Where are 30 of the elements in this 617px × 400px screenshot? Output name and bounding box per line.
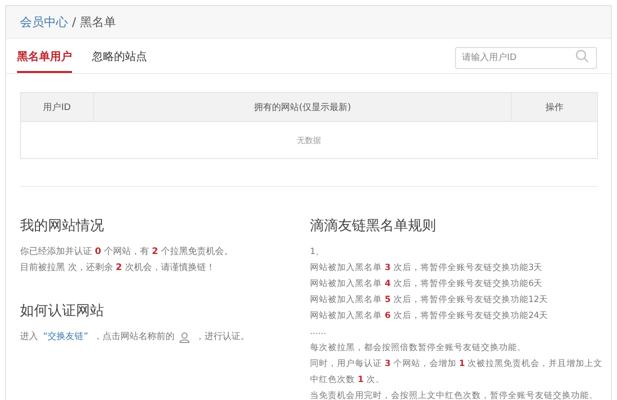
info-text: 目前被拉黑 次，还剩余 2 次机会，请谨慎换链！ (20, 262, 216, 275)
rule-text: 网站被加入黑名单 3 次后，将暂停全账号友链交换功能3天 (310, 262, 544, 275)
rule-text: 网站被加入黑名单 4 次后，将暂停全账号友链交换功能6天 (310, 278, 544, 291)
rule-text: 当免责机会用完时，会按照上文中红色次数，暂停全账号友链交换功能。 (310, 390, 599, 400)
breadcrumb-current: 黑名单 (80, 14, 116, 30)
user-icon (179, 332, 190, 342)
rule-text: 1、 (310, 246, 326, 259)
tab[interactable]: 忽略的站点 (92, 39, 147, 73)
search-icon[interactable] (575, 49, 589, 63)
info-text: ，进行认证。 (195, 330, 250, 344)
info-text: ，点击网站名称前的 (93, 330, 174, 344)
exchange-link[interactable]: “交换友链” (43, 329, 88, 345)
section-title: 滴滴友链黑名单规则 (310, 217, 437, 235)
column-header: 拥有的网站(仅显示最新) (94, 93, 512, 121)
column-header: 用户ID (21, 93, 94, 121)
tab[interactable]: 黑名单用户 (17, 39, 72, 73)
search-field[interactable]: 请输入用户ID (455, 47, 597, 69)
rule-text: 同时，用户每认证 3 个网站，会增加 1 次被拉黑免责机会，并且增加上文中红色次数 1 次。 (310, 358, 604, 387)
info-text: 你已经添加并认证 0 个网站，有 2 个拉黑免责机会。 (20, 246, 234, 259)
section-title: 我的网站情况 (20, 217, 105, 235)
rule-text: ...... (310, 326, 328, 339)
breadcrumb-link[interactable]: 会员中心 (20, 14, 68, 30)
breadcrumb-separator: / (72, 15, 76, 29)
section-title: 如何认证网站 (20, 302, 105, 320)
rule-text: 每次被拉黑，都会按照倍数暂停全账号友链交换功能。 (310, 342, 527, 355)
column-header: 操作 (544, 102, 564, 114)
empty-message: 无数据 (297, 134, 321, 146)
rule-text: 网站被加入黑名单 6 次后，将暂停全账号友链交换功能24天 (310, 310, 550, 323)
info-text: 进入 (20, 330, 38, 344)
rule-text: 网站被加入黑名单 5 次后，将暂停全账号友链交换功能12天 (310, 294, 550, 307)
